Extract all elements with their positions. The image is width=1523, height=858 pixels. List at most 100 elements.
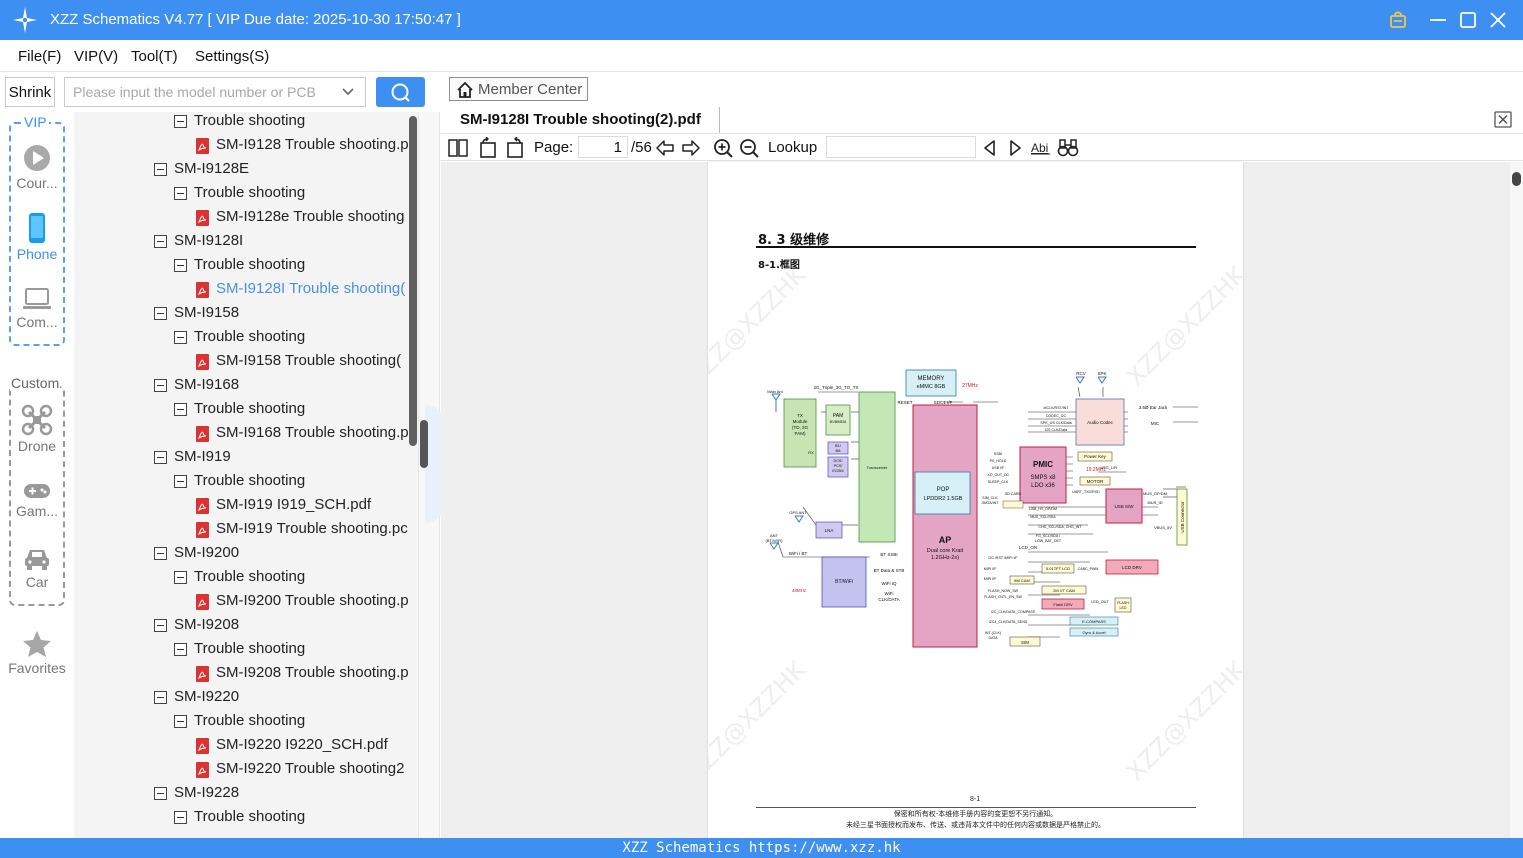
match-case-icon[interactable]: Abi [1030, 137, 1052, 159]
mus-scl-label: MUS_SCL/SDA [1030, 515, 1056, 519]
lna-label: LNA [825, 528, 834, 533]
ear-jack-label: 3.5Ø Ear Jack [1139, 405, 1168, 410]
collapse-toggle-icon[interactable] [174, 115, 187, 128]
category-course[interactable]: Cour... [5, 143, 69, 191]
tree-scrollbar-thumb[interactable] [409, 116, 417, 446]
transceiver-label: Transceiver [867, 465, 888, 470]
collapse-toggle-icon[interactable] [174, 331, 187, 344]
category-phone[interactable]: Phone [5, 212, 69, 262]
collapse-toggle-icon[interactable] [174, 811, 187, 824]
menu-vip[interactable]: VIP(V) [74, 48, 118, 65]
collapse-toggle-icon[interactable] [154, 619, 167, 632]
collapse-toggle-icon[interactable] [174, 259, 187, 272]
gyro-label: Gyro & Accel [1082, 630, 1105, 635]
category-favorites[interactable]: Favorites [5, 630, 69, 676]
category-computer[interactable]: Com... [5, 286, 69, 330]
flash-led-label-2: LED [1120, 606, 1127, 610]
rotate-left-icon[interactable] [477, 137, 499, 159]
document-scrollbar[interactable] [1510, 162, 1523, 838]
member-center-label: Member Center [478, 81, 583, 98]
collapse-toggle-icon[interactable] [154, 451, 167, 464]
category-game[interactable]: Gam... [5, 481, 69, 519]
document-scrollbar-thumb[interactable] [1512, 172, 1521, 186]
pop-label: POP [937, 487, 950, 493]
collapse-toggle-icon[interactable] [154, 163, 167, 176]
tree-item-label: SM-I9220 Trouble shooting2 [216, 760, 405, 777]
binoculars-icon[interactable] [1057, 137, 1079, 159]
receiver-label: RCV [1076, 371, 1086, 376]
zoom-out-icon[interactable] [738, 137, 760, 159]
tx-module-label-2: Module [793, 419, 808, 424]
tree-item-label: SM-I9200 [174, 544, 240, 561]
close-icon[interactable] [1486, 8, 1510, 32]
camera-2m-label: 2M VT CAM [1053, 588, 1075, 593]
close-document-icon[interactable] [1494, 111, 1512, 128]
mus-id-label: MUS_ID [1147, 500, 1162, 505]
document-tab[interactable]: SM-I9128I Trouble shooting(2).pdf [450, 107, 720, 133]
shrink-button[interactable]: Shrink [5, 77, 55, 107]
collapse-toggle-icon[interactable] [174, 715, 187, 728]
tree-scrollbar[interactable] [408, 112, 418, 838]
category-car[interactable]: Car [5, 546, 69, 590]
collapse-toggle-icon[interactable] [154, 379, 167, 392]
maximize-icon[interactable] [1456, 8, 1480, 32]
collapse-toggle-icon[interactable] [174, 403, 187, 416]
previous-page-icon[interactable] [654, 137, 676, 159]
pdf-file-icon [196, 594, 209, 610]
find-previous-icon[interactable] [979, 137, 1001, 159]
pmic-label: PMIC [1033, 460, 1053, 469]
play-circle-icon [24, 145, 50, 171]
flash-now-label: FLASH_NOW_SW [988, 589, 1019, 593]
collapse-toggle-icon[interactable] [174, 643, 187, 656]
pdf-file-icon [196, 138, 209, 154]
minimize-icon[interactable] [1426, 8, 1450, 32]
collapse-toggle-icon[interactable] [154, 307, 167, 320]
tree-item-label: Trouble shooting [194, 184, 306, 201]
member-center-button[interactable]: Member Center [449, 77, 588, 101]
collapse-toggle-icon[interactable] [154, 547, 167, 560]
collapse-toggle-icon[interactable] [154, 691, 167, 704]
flash-driver-label: Flash DRV [1053, 602, 1073, 607]
zoom-in-icon[interactable] [712, 137, 734, 159]
category-drone[interactable]: Drone [5, 404, 69, 454]
find-next-icon[interactable] [1004, 137, 1026, 159]
menu-file[interactable]: File(F) [18, 48, 61, 65]
collapse-toggle-icon[interactable] [154, 787, 167, 800]
collapse-toggle-icon[interactable] [174, 187, 187, 200]
footer-rule [756, 807, 1196, 808]
wifi-iq-label: WiFi IQ [882, 581, 897, 586]
collapse-toggle-icon[interactable] [174, 475, 187, 488]
ap-clock-label: 1.2GHz-2x) [931, 555, 959, 561]
rotate-right-icon[interactable] [504, 137, 526, 159]
tx-module-label-4: PAM) [795, 431, 806, 436]
menu-settings[interactable]: Settings(S) [195, 48, 269, 65]
flash-led-label-1: FLASH [1117, 601, 1129, 605]
sleep-clk-label: SLEEP_CLK [988, 480, 1009, 484]
watermark: XZZ@XZZHK [1121, 655, 1243, 787]
search-button[interactable] [376, 77, 425, 107]
pdf-file-icon [196, 498, 209, 514]
section-subheading: 8-1.框图 [758, 260, 800, 271]
window-title: XZZ Schematics V4.77 [ VIP Due date: 202… [50, 11, 461, 28]
mipi-label-1: MIPI I/F [984, 567, 997, 571]
chevron-down-icon[interactable] [340, 84, 356, 100]
i2c-sens-label: I2C4_CLK/DATA_SENS [989, 620, 1028, 624]
tree-item-label: Trouble shooting [194, 472, 306, 489]
category-label: Drone [17, 438, 57, 454]
page-number-input[interactable] [578, 136, 628, 158]
next-page-icon[interactable] [680, 137, 702, 159]
lookup-input[interactable] [826, 136, 976, 158]
collapse-toggle-icon[interactable] [154, 235, 167, 248]
power-key-label: Power Key [1084, 454, 1107, 459]
tree-item-label: SM-I919 [174, 448, 231, 465]
search-input[interactable] [64, 77, 366, 107]
splitter-handle[interactable] [420, 420, 428, 468]
collapse-toggle-icon[interactable] [174, 571, 187, 584]
vip-bag-icon[interactable] [1386, 8, 1410, 32]
menu-tool[interactable]: Tool(T) [131, 48, 178, 65]
tree-item-label: Trouble shooting [194, 712, 306, 729]
pdf-file-icon [196, 426, 209, 442]
document-tab-title: SM-I9128I Trouble shooting(2).pdf [460, 111, 701, 128]
custom-group-label: Custom [10, 375, 61, 391]
two-page-view-icon[interactable] [447, 137, 469, 159]
